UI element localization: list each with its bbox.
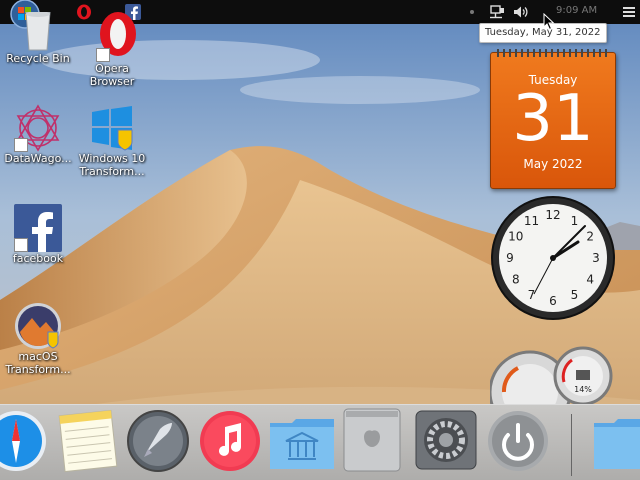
windows10-transform-icon: [92, 106, 133, 151]
system-preferences-icon: [415, 410, 477, 470]
desktop-icon-label: Recycle Bin: [6, 52, 70, 65]
desktop-icon-opera[interactable]: Opera Browser: [74, 12, 150, 88]
itunes-icon: [200, 411, 260, 471]
folder-icon: [270, 419, 334, 469]
desktop-icon-macos-transform[interactable]: macOS Transform...: [0, 302, 76, 376]
desktop-icon-label: macOS Transform...: [5, 350, 71, 376]
shortcut-arrow-icon: [14, 138, 28, 152]
shortcut-arrow-icon: [96, 48, 110, 62]
clock-numeral: 2: [586, 230, 594, 244]
folder-icon: [594, 419, 640, 469]
dock-item-launchpad[interactable]: [126, 407, 190, 473]
dock-separator: [571, 414, 572, 476]
desktop-icon-label: Windows 10 Transform...: [78, 152, 146, 178]
clock-numeral: 10: [508, 230, 523, 244]
calendar-day-number: 31: [512, 82, 594, 156]
desktop-icon-label: Opera Browser: [89, 62, 135, 88]
chip-icon: [576, 370, 590, 380]
volume-button[interactable]: [512, 0, 530, 24]
clock-numeral: 5: [571, 288, 579, 302]
battery-label: 14%: [574, 385, 592, 394]
network-icon: [490, 5, 504, 19]
dock-item-folder-2[interactable]: [590, 407, 640, 473]
calendar-rings: [497, 49, 609, 57]
desktop-icon-datawago[interactable]: DataWago...: [0, 104, 76, 165]
desktop-icon-label: facebook: [12, 252, 64, 265]
menu-button[interactable]: [620, 0, 638, 24]
clock-numeral: 6: [549, 294, 557, 308]
calendar-gadget[interactable]: Tuesday 31 May 2022: [490, 49, 616, 189]
desktop-icon-windows10-transform[interactable]: Windows 10 Transform...: [74, 104, 150, 178]
macos-transform-icon: [15, 303, 61, 349]
clock-center-pin: [550, 255, 556, 261]
menu-icon: [623, 7, 635, 17]
dock-item-mac-pro[interactable]: [340, 407, 404, 473]
dock: [0, 404, 640, 480]
dock-item-itunes[interactable]: [198, 407, 262, 473]
clock-numeral: 7: [528, 288, 536, 302]
mouse-cursor-icon: [543, 13, 555, 31]
volume-icon: [514, 6, 528, 18]
desktop-icon-label: DataWago...: [4, 152, 72, 165]
dock-item-safari[interactable]: [0, 407, 48, 473]
calendar-month-year: May 2022: [523, 157, 583, 171]
status-dot: [470, 10, 474, 14]
shortcut-arrow-icon: [14, 238, 28, 252]
desktop-icon-facebook[interactable]: facebook: [0, 204, 76, 265]
clock-numeral: 12: [545, 208, 560, 222]
notes-icon: [58, 409, 118, 473]
desktop-icon-recycle-bin[interactable]: Recycle Bin: [0, 11, 76, 65]
clock-numeral: 3: [592, 251, 600, 265]
dock-item-folder[interactable]: [268, 407, 334, 473]
dock-item-power[interactable]: [486, 407, 550, 473]
launchpad-icon: [127, 410, 189, 472]
dock-item-system-preferences[interactable]: [414, 407, 478, 473]
clock-numeral: 8: [512, 273, 520, 287]
dock-item-notes[interactable]: [56, 407, 120, 473]
clock-gadget[interactable]: 12 12 3 45678 9 1011: [490, 195, 616, 321]
safari-icon: [0, 411, 46, 471]
clock-numeral: 11: [524, 214, 539, 228]
topbar-clock[interactable]: 9:09 AM: [556, 5, 597, 16]
mac-pro-icon: [343, 408, 401, 472]
clock-numeral: 9: [506, 251, 514, 265]
clock-numeral: 4: [586, 273, 594, 287]
meters-gadget[interactable]: 14%: [490, 346, 615, 406]
clock-numeral: 1: [571, 214, 579, 228]
recycle-bin-icon: [25, 11, 51, 51]
network-button[interactable]: [488, 0, 506, 24]
power-icon: [488, 411, 548, 471]
